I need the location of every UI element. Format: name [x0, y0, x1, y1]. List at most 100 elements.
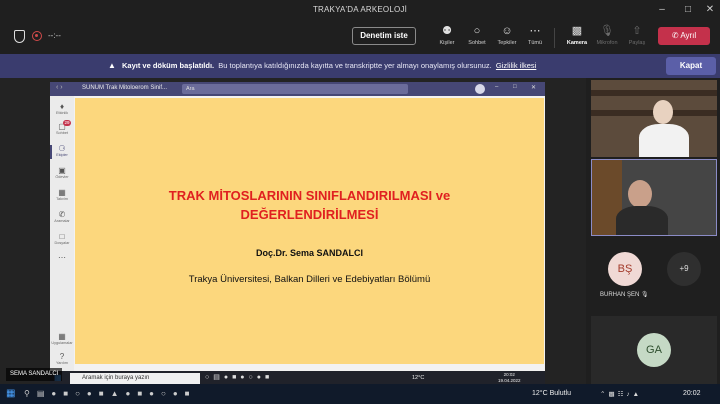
avatar-burhan[interactable]: BŞ — [608, 252, 642, 286]
shared-screen: ‹ › SUNUM Trak Mitoloerom Sinif... Ara –… — [50, 82, 545, 371]
teams-icon: ⚆ — [58, 144, 66, 153]
bookshelf — [591, 90, 717, 96]
bell-icon: ♦ — [59, 102, 65, 111]
teams-search: Ara — [182, 84, 408, 94]
rail-item-activity: ♦ Etkinlik — [50, 102, 74, 115]
close-banner-button[interactable]: Kapat — [666, 57, 716, 75]
presentation-slide: TRAK MİTOSLARININ SINIFLANDIRILMASI ve D… — [75, 98, 544, 364]
shield-icon — [14, 30, 25, 43]
close-icon[interactable]: ✕ — [700, 3, 720, 17]
rail-item-calendar: ▦ Takvim — [50, 188, 74, 201]
tasks-icon: ▣ — [58, 166, 66, 175]
close-icon: ✕ — [531, 85, 537, 91]
meeting-timer: --:-- — [48, 31, 61, 40]
more-button[interactable]: ⋯ Tümü — [522, 25, 548, 46]
participant-body — [639, 124, 689, 157]
privacy-link[interactable]: Gizlilik ilkesi — [496, 61, 536, 70]
rail-item-assignments: ▣ Ödevler — [50, 166, 74, 179]
shared-taskbar-apps-icon: ○▤●■●○●■ — [205, 374, 274, 381]
teams-title: SUNUM Trak Mitoloerom Sinif... — [82, 85, 168, 91]
more-label: Tümü — [527, 40, 543, 46]
chat-icon: ○ — [473, 25, 481, 37]
participant-name: BURHAN ŞEN 🎙 — [600, 291, 649, 298]
participant-name-text: BURHAN ŞEN — [600, 292, 640, 298]
camera-off-icon: ▩ — [571, 25, 583, 37]
reactions-button[interactable]: ☺ Tepkiler — [494, 25, 520, 46]
reactions-label: Tepkiler — [497, 40, 517, 46]
calls-icon: ✆ — [58, 210, 66, 219]
people-button[interactable]: ⚉ Kişiler — [434, 25, 460, 46]
slide-institution: Trakya Üniversitesi, Balkan Dilleri ve E… — [188, 274, 431, 285]
participant-body — [616, 206, 668, 235]
taskbar-apps-icon[interactable]: ⚲▤●■○●■▲●■●○●■ — [24, 389, 197, 398]
rail-label: Aramalar — [54, 219, 70, 223]
rail-more-icon: ⋯ — [58, 253, 66, 262]
participant-video-2[interactable] — [591, 159, 717, 236]
shared-clock: 20:02 19.04.2022 — [498, 372, 521, 384]
share-button[interactable]: ⇧ Paylaş — [624, 25, 650, 46]
mic-icon: 🎙 — [600, 25, 614, 37]
rail-label: Ekipler — [56, 153, 68, 157]
slide-author: Doç.Dr. Sema SANDALCI — [255, 248, 364, 258]
reactions-icon: ☺ — [501, 25, 513, 37]
shared-search-box: Aramak için buraya yazın — [70, 373, 200, 384]
rail-label: Ödevler — [55, 175, 69, 179]
more-icon: ⋯ — [529, 25, 541, 37]
calendar-icon: ▦ — [58, 188, 66, 197]
participant-video-1[interactable] — [591, 80, 717, 157]
leave-button[interactable]: ✆ Ayrıl — [658, 27, 710, 45]
avatar-ga[interactable]: GA — [637, 333, 671, 367]
rail-item-files: □ Dosyalar — [50, 232, 74, 245]
rail-item-chat: ▢ 29 Sohbet — [50, 120, 74, 135]
teams-rail: ♦ Etkinlik ▢ 29 Sohbet ⚆ Ekipler ▣ Ödevl… — [50, 96, 74, 371]
clock[interactable]: 20:02 — [683, 390, 701, 397]
rail-label: Dosyalar — [54, 241, 70, 245]
slide-title-line1: TRAK MİTOSLARININ SINIFLANDIRILMASI ve — [168, 188, 451, 203]
rail-item-help: ? Yardım — [50, 352, 74, 365]
chat-button[interactable]: ○ Sohbet — [464, 25, 490, 46]
slide-title: TRAK MİTOSLARININ SINIFLANDIRILMASI ve D… — [75, 186, 544, 224]
tray-icons[interactable]: ⌃▩☷♪▲ — [600, 390, 642, 398]
request-control-button[interactable]: Denetim iste — [352, 27, 416, 45]
people-icon: ⚉ — [442, 25, 452, 37]
recording-banner: ▲ Kayıt ve döküm başlatıldı. Bu toplantı… — [0, 54, 720, 78]
camera-button[interactable]: ▩ Kamera — [564, 25, 590, 46]
camera-label: Kamera — [566, 40, 588, 46]
rail-label: Etkinlik — [55, 111, 69, 115]
mic-button[interactable]: 🎙 Mikrofon — [594, 25, 620, 46]
window-title: TRAKYA'DA ARKEOLOJİ — [312, 5, 408, 14]
weather[interactable]: 12°C Bulutlu — [532, 390, 571, 397]
chat-label: Sohbet — [468, 40, 486, 46]
start-icon[interactable]: ▦ — [6, 388, 15, 399]
rail-label: Sohbet — [55, 131, 69, 135]
recording-icon — [32, 31, 42, 41]
rail-label: Takvim — [56, 197, 68, 201]
title-bar: TRAKYA'DA ARKEOLOJİ – □ ✕ — [0, 0, 720, 20]
info-icon: ▲ — [108, 61, 116, 70]
rail-item-apps: ▦ Uygulamalar — [50, 332, 74, 345]
minimize-icon[interactable]: – — [652, 3, 672, 17]
mic-muted-icon: 🎙 — [641, 292, 649, 298]
shared-temp: 12°C — [412, 375, 425, 381]
files-icon: □ — [59, 232, 65, 241]
toolbar-divider — [554, 28, 555, 48]
maximize-icon[interactable]: □ — [678, 3, 698, 17]
people-label: Kişiler — [439, 40, 455, 46]
slide-title-line2: DEĞERLENDİRİLMESİ — [240, 207, 379, 222]
participant-face — [628, 180, 652, 208]
banner-bold-text: Kayıt ve döküm başlatıldı. — [122, 61, 215, 70]
banner-body-text: Bu toplantıya katıldığınızda kayıtta ve … — [218, 61, 492, 70]
teams-titlebar: ‹ › SUNUM Trak Mitoloerom Sinif... Ara –… — [50, 82, 545, 96]
leave-label: Ayrıl — [680, 31, 697, 40]
more-participants-button[interactable]: +9 — [667, 252, 701, 286]
share-icon: ⇧ — [632, 25, 642, 37]
presenter-name: SEMA SANDALCI — [6, 368, 63, 381]
participant-face — [653, 100, 673, 124]
windows-taskbar: ▦ ⚲▤●■○●■▲●■●○●■ 12°C Bulutlu ⌃▩☷♪▲ 20:0… — [0, 384, 720, 404]
banner-text: Kayıt ve döküm başlatıldı. Bu toplantıya… — [122, 61, 536, 70]
maximize-icon: □ — [513, 84, 517, 90]
nav-arrows-icon: ‹ › — [56, 84, 63, 91]
mic-label: Mikrofon — [596, 40, 618, 46]
help-icon: ? — [59, 352, 65, 361]
rail-item-teams: ⚆ Ekipler — [50, 144, 74, 159]
